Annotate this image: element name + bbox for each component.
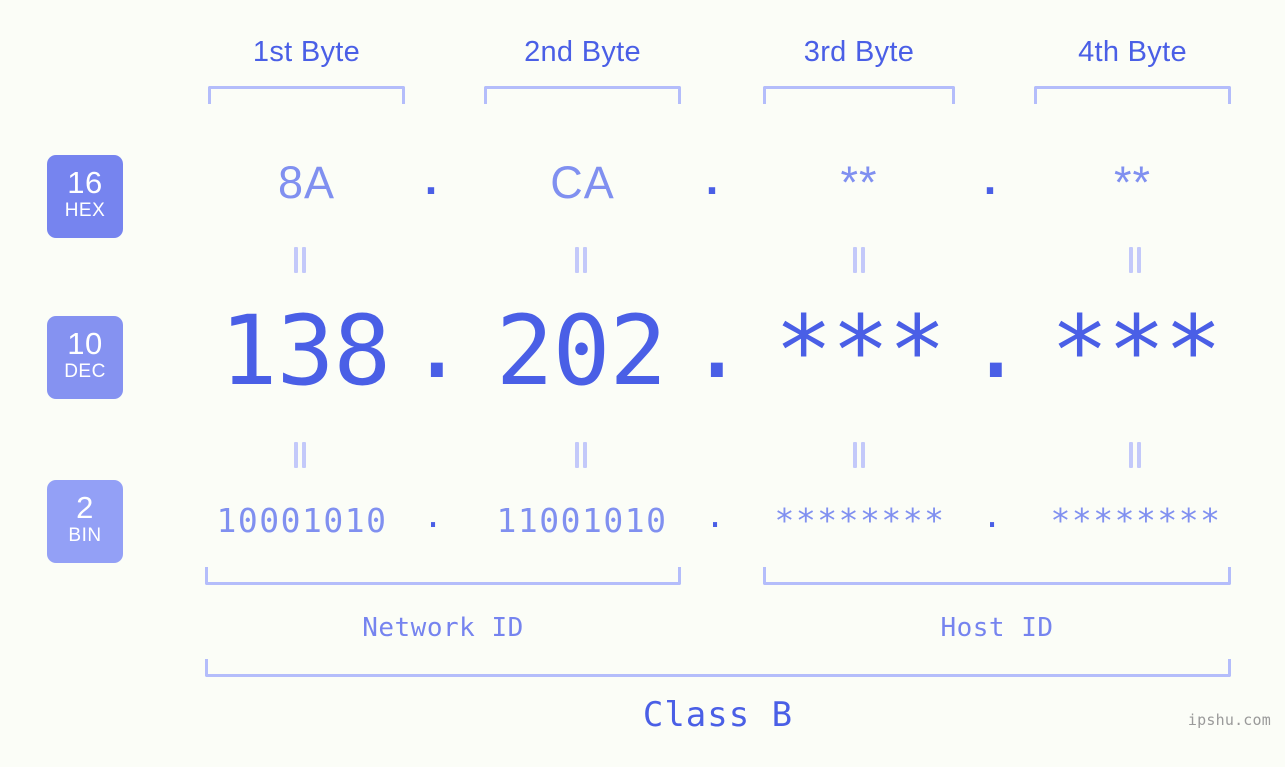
equals-connector-dec-bin-3 — [851, 442, 867, 468]
dec-byte-1: 138 — [219, 295, 391, 407]
decimal-row: 138 . 202 . *** . *** — [0, 296, 1285, 406]
dec-separator-2: . — [688, 288, 746, 400]
byte-header-1: 1st Byte — [252, 36, 361, 68]
dec-byte-2: 202 — [495, 295, 667, 407]
equals-connector-hex-dec-2 — [573, 247, 589, 273]
bin-separator-2: . — [705, 496, 725, 535]
dec-byte-3: *** — [774, 295, 946, 407]
network-id-bracket — [205, 567, 681, 585]
site-watermark: ipshu.com — [1187, 711, 1271, 729]
byte-header-2: 2nd Byte — [524, 36, 641, 68]
equals-connector-hex-dec-4 — [1127, 247, 1143, 273]
bin-separator-1: . — [423, 496, 443, 535]
byte-bracket-top-1 — [208, 86, 405, 104]
dec-separator-1: . — [408, 288, 466, 400]
class-label: Class B — [642, 695, 794, 735]
dec-byte-4: *** — [1050, 295, 1222, 407]
dec-separator-3: . — [967, 288, 1025, 400]
base-badge-hex-number: 16 — [67, 165, 103, 200]
equals-connector-dec-bin-4 — [1127, 442, 1143, 468]
base-badge-bin-number: 2 — [76, 490, 94, 525]
hex-separator-3: . — [983, 153, 997, 204]
byte-bracket-top-3 — [763, 86, 955, 104]
bin-byte-2: 11001010 — [496, 501, 668, 540]
byte-bracket-top-2 — [484, 86, 681, 104]
bin-separator-3: . — [982, 496, 1002, 535]
hex-byte-3: ** — [840, 157, 878, 208]
byte-header-4: 4th Byte — [1078, 36, 1187, 68]
base-badge-bin: 2 BIN — [47, 480, 123, 563]
base-badge-hex-name: HEX — [64, 200, 106, 221]
ip-breakdown-diagram: 1st Byte 2nd Byte 3rd Byte 4th Byte 16 H… — [0, 0, 1285, 767]
host-id-bracket — [763, 567, 1231, 585]
byte-header-3: 3rd Byte — [803, 36, 915, 68]
base-badge-bin-name: BIN — [68, 525, 102, 546]
bin-byte-1: 10001010 — [216, 501, 388, 540]
bin-byte-3: ******** — [774, 501, 946, 540]
equals-connector-hex-dec-3 — [851, 247, 867, 273]
hex-byte-4: ** — [1113, 157, 1152, 208]
equals-connector-dec-bin-1 — [292, 442, 308, 468]
network-id-label: Network ID — [362, 613, 524, 643]
base-badge-hex: 16 HEX — [47, 155, 123, 238]
hex-separator-1: . — [424, 153, 438, 204]
host-id-label: Host ID — [940, 613, 1054, 643]
hex-byte-1: 8A — [277, 157, 336, 208]
hex-byte-2: CA — [550, 157, 615, 208]
equals-connector-hex-dec-1 — [292, 247, 308, 273]
hex-separator-2: . — [705, 153, 719, 204]
class-bracket — [205, 659, 1231, 677]
equals-connector-dec-bin-2 — [573, 442, 589, 468]
byte-bracket-top-4 — [1034, 86, 1231, 104]
bin-byte-4: ******** — [1050, 501, 1222, 540]
